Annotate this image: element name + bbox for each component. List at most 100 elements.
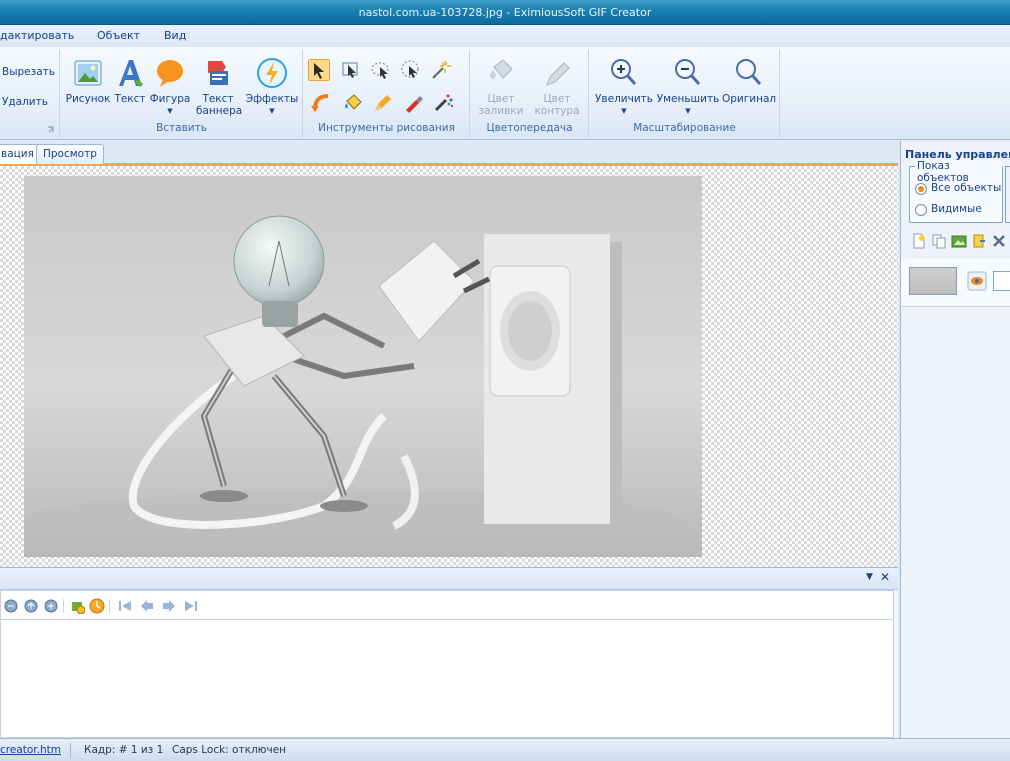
fill-color-button[interactable]: Цвет заливки bbox=[475, 57, 527, 117]
first-frame-icon[interactable] bbox=[117, 598, 133, 614]
radio-all-objects-label[interactable]: Все объекты bbox=[931, 182, 1001, 194]
frame-rotate-left-icon[interactable] bbox=[3, 598, 19, 614]
radio-visible-label[interactable]: Видимые bbox=[931, 203, 982, 215]
frames-panel-header: ▼ ✕ bbox=[0, 568, 898, 590]
insert-text-button[interactable]: Текст bbox=[113, 57, 147, 105]
object-name-field[interactable] bbox=[993, 271, 1010, 291]
document-tabs: вация Просмотр bbox=[0, 141, 898, 164]
next-frame-icon[interactable] bbox=[161, 598, 177, 614]
frame-rotate-right-icon[interactable] bbox=[43, 598, 59, 614]
effects-dropdown-icon[interactable]: ▼ bbox=[245, 105, 299, 117]
title-bar: nastol.com.ua-103728.jpg - EximiousSoft … bbox=[0, 0, 1010, 25]
magnifier-icon bbox=[736, 59, 762, 85]
menu-bar: дактировать Объект Вид bbox=[0, 25, 1010, 47]
frame-up-icon[interactable] bbox=[23, 598, 39, 614]
drawing-tools-group-label: Инструменты рисования bbox=[318, 122, 455, 134]
insert-picture-button[interactable]: Рисунок bbox=[65, 57, 111, 105]
zoom-original-button[interactable]: Оригинал bbox=[722, 57, 776, 105]
status-separator bbox=[70, 743, 71, 758]
color-group: Цвет заливки Цвет контура Цветопередача bbox=[471, 50, 589, 137]
fill-color-label: Цвет заливки bbox=[478, 93, 524, 117]
status-bar: creator.htm Кадр: # 1 из 1 Caps Lock: от… bbox=[0, 738, 1010, 761]
node-edit-icon[interactable] bbox=[340, 59, 362, 81]
insert-group: Рисунок Текст Фигура ▼ Текст баннера Эфф… bbox=[61, 50, 303, 137]
insert-banner-text-label: Текст баннера bbox=[196, 93, 243, 117]
prev-frame-icon[interactable] bbox=[139, 598, 155, 614]
frames-panel: ▼ ✕ bbox=[0, 567, 898, 738]
copy-object-icon[interactable] bbox=[931, 233, 947, 249]
magic-wand-icon[interactable] bbox=[430, 59, 452, 81]
insert-effects-button[interactable]: Эффекты ▼ bbox=[245, 57, 299, 117]
insert-banner-text-button[interactable]: Текст баннера bbox=[193, 57, 243, 117]
pencil-icon[interactable] bbox=[372, 92, 394, 114]
object-list-item[interactable] bbox=[901, 259, 1010, 307]
color-group-label: Цветопередача bbox=[486, 122, 573, 134]
insert-shape-button[interactable]: Фигура ▼ bbox=[149, 57, 191, 117]
window-title: nastol.com.ua-103728.jpg - EximiousSoft … bbox=[358, 6, 652, 19]
frames-list[interactable] bbox=[0, 620, 894, 738]
insert-effects-label: Эффекты bbox=[245, 93, 299, 105]
frame-delay-clock-icon[interactable] bbox=[89, 598, 105, 614]
tab-preview[interactable]: Просмотр bbox=[36, 144, 104, 164]
zoom-in-icon bbox=[611, 59, 637, 85]
speech-bubble-icon bbox=[157, 60, 183, 87]
canvas-image[interactable] bbox=[24, 176, 702, 557]
transform-tool-icon[interactable] bbox=[400, 59, 422, 81]
zoom-group: Увеличить ▼ Уменьшить ▼ Оригинал Масштаб… bbox=[590, 50, 780, 137]
visibility-eye-icon[interactable] bbox=[967, 271, 987, 291]
image-object-icon[interactable] bbox=[951, 233, 967, 249]
tab-animation[interactable]: вация bbox=[0, 144, 41, 164]
delete-object-icon[interactable] bbox=[991, 233, 1007, 249]
outline-color-button[interactable]: Цвет контура bbox=[529, 57, 585, 117]
brush-icon[interactable] bbox=[402, 92, 424, 114]
dialog-launcher-icon[interactable] bbox=[47, 126, 55, 134]
zoom-original-label: Оригинал bbox=[722, 93, 777, 105]
shape-dropdown-icon[interactable]: ▼ bbox=[149, 105, 191, 117]
fill-bucket-icon[interactable] bbox=[342, 92, 364, 114]
last-frame-icon[interactable] bbox=[183, 598, 199, 614]
panel-menu-icon[interactable]: ▼ bbox=[866, 572, 873, 582]
select-tool-button[interactable] bbox=[308, 59, 330, 81]
close-icon[interactable]: ✕ bbox=[880, 570, 890, 584]
status-link[interactable]: creator.htm bbox=[0, 739, 61, 761]
new-object-icon[interactable] bbox=[911, 233, 927, 249]
move-object-icon[interactable] bbox=[971, 233, 987, 249]
status-frame: Кадр: # 1 из 1 bbox=[84, 744, 164, 756]
zoom-out-button[interactable]: Уменьшить ▼ bbox=[656, 57, 720, 117]
spray-icon[interactable] bbox=[432, 92, 454, 114]
robot-lightbulb-image bbox=[24, 176, 702, 557]
arrow-pointer-icon bbox=[314, 63, 324, 79]
insert-text-label: Текст bbox=[114, 93, 146, 105]
delete-button[interactable]: Удалить bbox=[2, 96, 48, 108]
toolbar-separator bbox=[63, 599, 64, 613]
zoom-in-dropdown-icon[interactable]: ▼ bbox=[594, 105, 654, 117]
drawing-tools-group: Инструменты рисования bbox=[304, 50, 470, 137]
zoom-in-label: Увеличить bbox=[595, 93, 653, 105]
show-objects-group: Показ объектов Все объекты Видимые bbox=[909, 160, 1003, 223]
curved-arrow-icon[interactable] bbox=[310, 92, 332, 114]
cut-button[interactable]: Вырезать bbox=[2, 66, 55, 78]
frames-toolbar bbox=[0, 590, 894, 620]
canvas-area[interactable] bbox=[0, 164, 898, 567]
zoom-out-icon bbox=[675, 59, 701, 85]
radio-visible[interactable] bbox=[915, 204, 927, 216]
outline-color-label: Цвет контура bbox=[534, 93, 580, 117]
radio-all-objects[interactable] bbox=[915, 183, 927, 195]
insert-shape-label: Фигура bbox=[149, 93, 191, 105]
outline-pen-icon bbox=[546, 62, 570, 86]
toolbar-separator bbox=[109, 599, 110, 613]
menu-object[interactable]: Объект bbox=[97, 29, 140, 42]
menu-view[interactable]: Вид bbox=[164, 29, 186, 42]
zoom-group-label: Масштабирование bbox=[633, 122, 736, 134]
show-objects-label: Показ объектов bbox=[915, 160, 1002, 184]
banner-text-icon bbox=[208, 61, 228, 85]
zoom-out-dropdown-icon[interactable]: ▼ bbox=[656, 105, 720, 117]
clipboard-group: Вырезать Удалить bbox=[0, 50, 60, 137]
objects-toolbar bbox=[905, 231, 1010, 253]
text-a-icon bbox=[119, 60, 143, 87]
zoom-in-button[interactable]: Увеличить ▼ bbox=[594, 57, 654, 117]
add-frame-icon[interactable] bbox=[69, 598, 85, 614]
lasso-select-icon[interactable] bbox=[370, 59, 392, 81]
menu-edit[interactable]: дактировать bbox=[0, 29, 74, 42]
fill-color-icon bbox=[490, 59, 513, 79]
